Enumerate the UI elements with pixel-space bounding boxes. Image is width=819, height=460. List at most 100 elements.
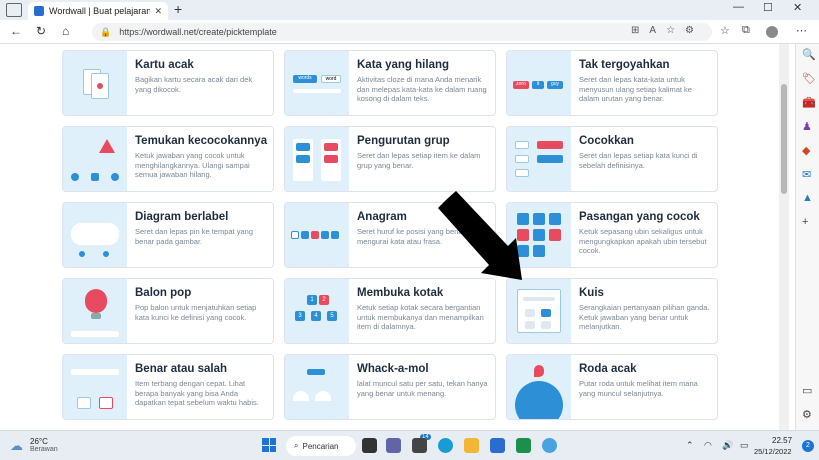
template-card-pasangan-yang-cocok[interactable]: Pasangan yang cocok Ketuk sepasang ubin …: [506, 202, 718, 268]
template-description: Putar roda untuk melihat item mana yang …: [579, 379, 698, 398]
template-thumbnail: 1 2 3 4 5: [285, 279, 349, 343]
add-icon[interactable]: +: [802, 216, 808, 228]
template-title: Kuis: [579, 287, 604, 299]
navigation-bar: ← ↻ ⌂ 🔒 https://wordwall.net/create/pick…: [0, 20, 819, 44]
template-title: Pengurutan grup: [357, 135, 450, 147]
template-thumbnail: [285, 127, 349, 191]
template-thumbnail: [63, 127, 127, 191]
template-card-temukan-kecocokannya[interactable]: Temukan kecocokannya Ketuk jawaban yang …: [62, 126, 274, 192]
tab-title: Wordwall | Buat pelajaran yang le: [49, 6, 151, 16]
new-tab-button[interactable]: +: [174, 1, 182, 17]
template-card-cocokkan[interactable]: Cocokkan Seret dan lepas setiap kata kun…: [506, 126, 718, 192]
template-card-pengurutan-grup[interactable]: Pengurutan grup Seret dan lepas setiap i…: [284, 126, 496, 192]
taskbar-search-label: Pencarian: [302, 441, 339, 451]
favorites-icon[interactable]: ☆: [720, 24, 730, 37]
template-title: Kata yang hilang: [357, 59, 450, 71]
template-card-balon-pop[interactable]: Balon pop Pop balon untuk menjatuhkan se…: [62, 278, 274, 344]
tools-icon[interactable]: 🧰: [802, 96, 816, 109]
shopping-icon[interactable]: 🏷: [802, 72, 816, 85]
template-thumbnail: [63, 355, 127, 419]
template-card-kuis[interactable]: Kuis Serangkaian pertanyaan pilihan gand…: [506, 278, 718, 344]
volume-icon[interactable]: 🔊: [722, 440, 733, 451]
browser-tab[interactable]: Wordwall | Buat pelajaran yang le ✕: [28, 2, 168, 20]
outlook-icon[interactable]: ✉: [802, 168, 811, 181]
back-icon[interactable]: ←: [10, 24, 22, 38]
scrollbar-thumb[interactable]: [781, 84, 787, 194]
app-l-icon[interactable]: [516, 438, 531, 453]
battery-icon[interactable]: ▭: [740, 440, 749, 451]
refresh-icon[interactable]: ↻: [36, 24, 46, 38]
template-card-membuka-kotak[interactable]: 1 2 3 4 5 Membuka kotak Ketuk setiap kot…: [284, 278, 496, 344]
profile-avatar[interactable]: [766, 26, 778, 38]
template-card-whack-a-mol[interactable]: Whack-a-mol lalat muncul satu per satu, …: [284, 354, 496, 420]
template-title: Benar atau salah: [135, 363, 228, 375]
template-card-tak-tergoyahkan[interactable]: zero it guy Tak tergoyahkan Seret dan le…: [506, 50, 718, 116]
drop-icon[interactable]: ▲: [802, 192, 813, 204]
template-title: Diagram berlabel: [135, 211, 229, 223]
template-card-kata-yang-hilang[interactable]: words word Kata yang hilang Aktivitas cl…: [284, 50, 496, 116]
maximize-button[interactable]: ☐: [763, 1, 773, 14]
wifi-icon[interactable]: ◠: [704, 440, 712, 451]
chat-icon[interactable]: [386, 438, 401, 453]
template-description: Pop balon untuk menjatuhkan setiap kata …: [135, 303, 257, 322]
template-description: lalat muncul satu per satu, tekan hanya …: [357, 379, 488, 398]
globe-icon[interactable]: [542, 438, 557, 453]
games-icon[interactable]: ♟: [802, 120, 812, 133]
template-thumbnail: [507, 355, 571, 419]
template-description: Seret huruf ke posisi yang benar untuk m…: [357, 227, 486, 246]
lock-icon: 🔒: [100, 26, 112, 37]
template-description: Bagikan kartu secara acak dari dek yang …: [135, 75, 253, 94]
windows-taskbar: ☁ 26°C Berawan ⌕ Pencarian 14 ⌃ ◠ 🔊 ▭ 22…: [0, 430, 819, 460]
tab-close-button[interactable]: ✕: [154, 6, 162, 17]
template-description: Seret dan lepas setiap item ke dalam gru…: [357, 151, 481, 170]
more-menu-icon[interactable]: ⋯: [796, 24, 807, 37]
weather-temperature[interactable]: 26°C: [30, 437, 48, 446]
task-view-icon[interactable]: [362, 438, 377, 453]
template-title: Whack-a-mol: [357, 363, 429, 375]
address-actions-icon[interactable]: ⊞A☆⚙: [631, 25, 704, 36]
template-card-roda-acak[interactable]: Roda acak Putar roda untuk melihat item …: [506, 354, 718, 420]
start-button[interactable]: [262, 438, 276, 452]
teams-icon[interactable]: [412, 438, 427, 453]
template-thumbnail: zero it guy: [507, 51, 571, 115]
minimize-button[interactable]: —: [733, 1, 744, 13]
template-description: Seret dan lepas kata-kata untuk menyusun…: [579, 75, 692, 103]
close-window-button[interactable]: ✕: [793, 1, 802, 14]
split-screen-icon[interactable]: ▭: [802, 384, 812, 397]
store-icon[interactable]: [490, 438, 505, 453]
tab-actions-icon[interactable]: [6, 3, 22, 17]
page-scrollbar[interactable]: [779, 44, 789, 430]
template-title: Kartu acak: [135, 59, 194, 71]
address-bar[interactable]: 🔒 https://wordwall.net/create/picktempla…: [92, 23, 712, 41]
template-description: Seret dan lepas pin ke tempat yang benar…: [135, 227, 253, 246]
template-thumbnail: [63, 279, 127, 343]
notification-badge[interactable]: 2: [802, 440, 814, 452]
template-thumbnail: [507, 203, 571, 267]
home-icon[interactable]: ⌂: [62, 24, 69, 38]
clock-date[interactable]: 25/12/2022: [754, 447, 792, 456]
template-thumbnail: [507, 279, 571, 343]
chevron-up-icon[interactable]: ⌃: [686, 440, 694, 451]
template-card-benar-atau-salah[interactable]: Benar atau salah Item terbang dengan cep…: [62, 354, 274, 420]
settings-icon[interactable]: ⚙: [802, 408, 812, 421]
clock-time[interactable]: 22.57: [772, 436, 792, 445]
template-title: Anagram: [357, 211, 407, 223]
search-icon[interactable]: 🔍: [802, 48, 816, 61]
template-thumbnail: [63, 51, 127, 115]
file-explorer-icon[interactable]: [464, 438, 479, 453]
template-card-anagram[interactable]: Anagram Seret huruf ke posisi yang benar…: [284, 202, 496, 268]
url-text: https://wordwall.net/create/picktemplate: [119, 27, 277, 37]
template-title: Membuka kotak: [357, 287, 444, 299]
template-card-kartu-acak[interactable]: Kartu acak Bagikan kartu secara acak dar…: [62, 50, 274, 116]
template-card-diagram-berlabel[interactable]: Diagram berlabel Seret dan lepas pin ke …: [62, 202, 274, 268]
edge-icon[interactable]: [438, 438, 453, 453]
taskbar-search[interactable]: ⌕ Pencarian: [286, 436, 356, 456]
collections-icon[interactable]: ⧉: [742, 24, 750, 37]
template-title: Roda acak: [579, 363, 637, 375]
office-icon[interactable]: ◆: [802, 144, 810, 157]
weather-description[interactable]: Berawan: [30, 446, 58, 453]
template-thumbnail: words word: [285, 51, 349, 115]
template-title: Cocokkan: [579, 135, 634, 147]
template-description: Serangkaian pertanyaan pilihan ganda. Ke…: [579, 303, 710, 331]
template-description: Ketuk sepasang ubin sekaligus untuk meng…: [579, 227, 707, 255]
